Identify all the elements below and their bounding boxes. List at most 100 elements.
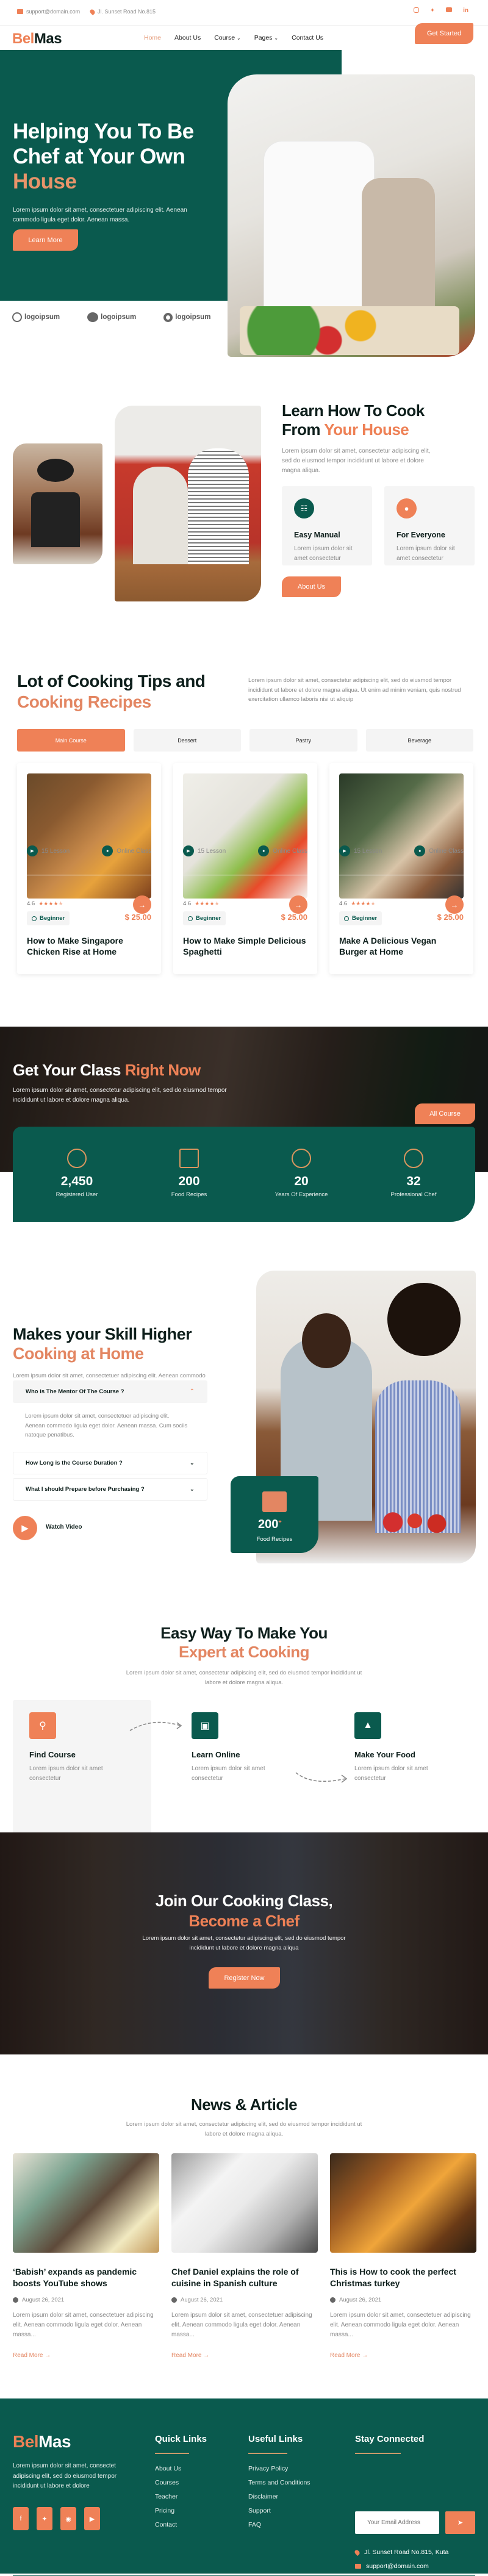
skill-title: Makes your Skill Higher Cooking at Home [13,1325,192,1363]
feature-text: Lorem ipsum dolor sit amet consectetur [396,545,455,562]
clock-icon [171,2297,177,2303]
faq-item-duration[interactable]: How Long is the Course Duration ? ⌄ [13,1452,207,1474]
send-icon: ➤ [457,2519,464,2527]
footer-useful-link[interactable]: Privacy Policy [248,2465,310,2472]
facebook-icon[interactable]: f [13,2507,29,2530]
stat-value: 2,450 [60,1174,93,1188]
faq-answer: Lorem ipsum dolor sit amet, consectetuer… [25,1413,188,1439]
twitter-icon[interactable]: ✦ [37,2507,52,2530]
all-course-button[interactable]: All Course [415,1103,475,1124]
tab-beverage[interactable]: Beverage [365,729,473,752]
arrow-right-icon: → [203,2352,210,2359]
arrow-right-icon: → [45,2352,51,2359]
nav-item-pages[interactable]: Pages ⌄ [254,34,278,41]
faq-item-prepare[interactable]: What I should Prepare before Purchasing … [13,1478,207,1501]
learn-more-button[interactable]: Learn More [13,229,78,251]
steps-title: Easy Way To Make You Expert at Cooking [160,1624,328,1662]
footer-quick-link[interactable]: Teacher [155,2493,207,2500]
footer-quick-link[interactable]: Pricing [155,2507,207,2514]
step-item: ⚲ Find Course Lorem ipsum dolor sit amet… [29,1712,133,1784]
recipe-title[interactable]: How to Make Singapore Chicken Rise at Ho… [27,936,152,957]
about-us-button[interactable]: About Us [282,576,341,597]
ring-logo-icon [163,312,173,322]
tab-dessert[interactable]: Dessert [133,729,241,752]
footer-quick-link[interactable]: About Us [155,2465,207,2472]
recipe-title[interactable]: Make A Delicious Vegan Burger at Home [339,936,464,957]
recipe-card[interactable]: Beginner $ 25.00 How to Make Simple Deli… [173,763,317,974]
news-image[interactable] [171,2153,318,2253]
class-banner-title: Get Your Class Right Now [13,1061,201,1079]
get-started-button[interactable]: Get Started [415,23,473,44]
partner-logo: logoipsum [87,312,136,322]
online-class-icon: ● [102,845,113,856]
footer-quick-link[interactable]: Courses [155,2479,207,2486]
news-image[interactable] [13,2153,159,2253]
news-image[interactable] [330,2153,476,2253]
topbar-email[interactable]: support@domain.com [17,9,80,15]
read-more-link[interactable]: Read More → [330,2352,476,2359]
footer-useful-link[interactable]: Terms and Conditions [248,2479,310,2486]
useful-links: Useful Links Privacy Policy Terms and Con… [248,2434,310,2528]
about-content: Learn How To Cook From Your House Lorem … [282,401,477,476]
play-video-button[interactable]: ▶ [13,1516,37,1540]
recipe-card[interactable]: Beginner $ 25.00 How to Make Singapore C… [17,763,161,974]
news-article-title[interactable]: ‘Babish’ expands as pandemic boosts YouT… [13,2266,159,2289]
footer-quick-link[interactable]: Contact [155,2521,207,2528]
recipe-meta: ▶ 15 Lesson ● Online Class [27,845,151,856]
watch-video-link[interactable]: Watch Video [46,1524,82,1530]
recipe-image [183,773,307,899]
clock-icon [13,2297,18,2303]
newsletter-submit-button[interactable]: ➤ [445,2511,475,2534]
youtube-icon[interactable] [446,7,453,12]
recipe-rating: 4.6 ★★★★★ [27,900,63,907]
news-article-title[interactable]: Chef Daniel explains the role of cuisine… [171,2266,318,2289]
star-icon: ★ [53,900,59,906]
register-now-button[interactable]: Register Now [209,1967,280,1989]
instagram-icon[interactable] [413,7,419,13]
stat-item: 20 Years Of Experience [253,1149,350,1198]
nav-item-about[interactable]: About Us [174,34,201,41]
news-date: August 26, 2021 [330,2297,476,2303]
instagram-icon[interactable]: ◉ [60,2507,76,2530]
faq-item-mentor[interactable]: Who is The Mentor Of The Course ? ⌃ [13,1380,207,1403]
news-date: August 26, 2021 [171,2297,318,2303]
recipe-title[interactable]: How to Make Simple Delicious Spaghetti [183,936,308,957]
hero-title-line1: Helping You To Be [13,120,194,143]
arrow-right-button[interactable]: → [445,895,464,914]
footer-useful-link[interactable]: FAQ [248,2521,310,2528]
youtube-icon[interactable]: ▶ [84,2507,100,2530]
nav-item-contact[interactable]: Contact Us [292,34,323,41]
logo[interactable]: BelMas [12,30,62,48]
tomatoes [378,1509,451,1536]
footer-useful-link[interactable]: Disclaimer [248,2493,310,2500]
footer-logo[interactable]: BelMas [13,2432,71,2452]
nav-item-course[interactable]: Course ⌄ [214,34,240,41]
nav-item-home[interactable]: Home [144,34,161,41]
pizza-icon: ▲ [354,1712,381,1739]
hero-description: Lorem ipsum dolor sit amet, consectetuer… [13,206,187,223]
star-icon: ★ [209,900,215,906]
feature-text: Lorem ipsum dolor sit amet consectetur [294,545,353,562]
recipe-card[interactable]: Beginner $ 25.00 Make A Delicious Vegan … [329,763,473,974]
news-article-title[interactable]: This is How to cook the perfect Christma… [330,2266,476,2289]
twitter-icon[interactable]: ✦ [430,7,435,14]
linkedin-icon[interactable]: in [463,7,468,14]
stat-item: 2,450 Registered User [28,1149,126,1198]
recipes-description: Lorem ipsum dolor sit amet, consectetur … [248,677,461,703]
chef-hat [37,459,74,482]
arrow-right-icon: → [294,900,303,909]
read-more-link[interactable]: Read More → [13,2352,159,2359]
arrow-right-button[interactable]: → [289,895,307,914]
newsletter-email-input[interactable] [355,2511,439,2534]
user-icon: ● [396,498,417,518]
partner-logos: logoipsum logoipsum logoipsum [12,312,210,322]
tab-pastry[interactable]: Pastry [249,729,357,752]
read-more-link[interactable]: Read More → [171,2352,318,2359]
tab-main-course[interactable]: Main Course [17,729,125,752]
level-badge: Beginner [183,911,226,925]
man-head [302,1313,351,1368]
footer-useful-link[interactable]: Support [248,2507,310,2514]
footer-email[interactable]: support@domain.com [355,2563,429,2570]
star-icon: ★ [214,900,220,906]
arrow-right-button[interactable]: → [133,895,151,914]
